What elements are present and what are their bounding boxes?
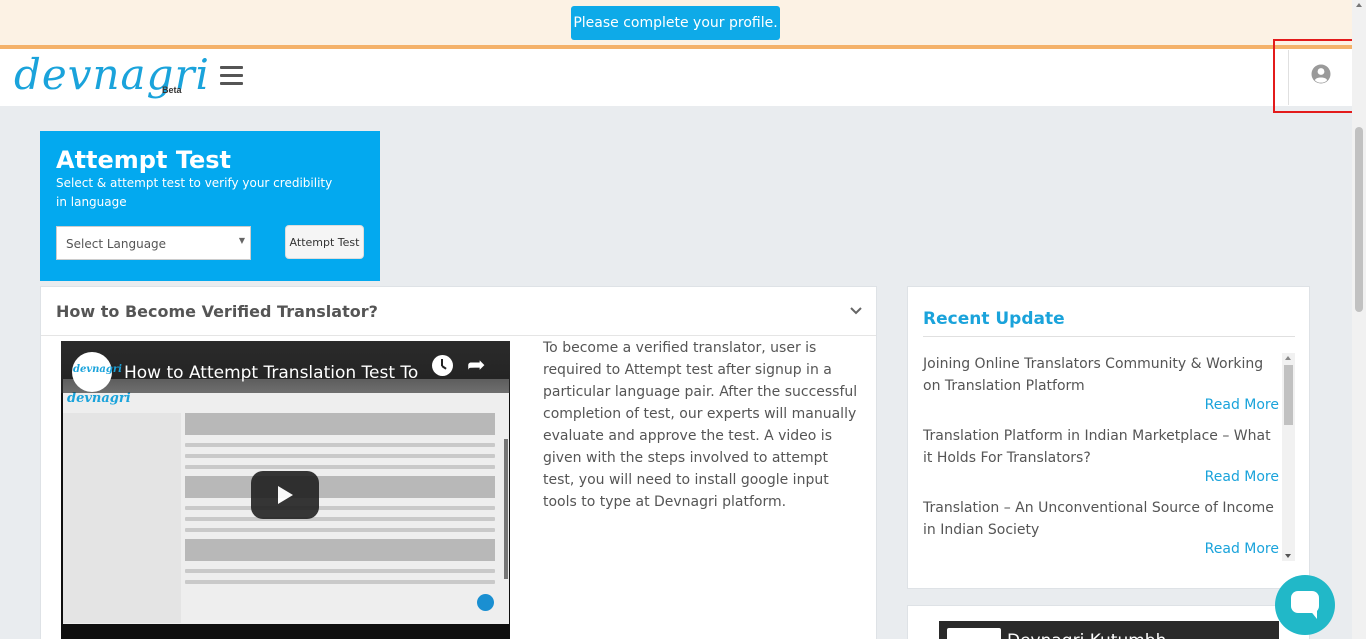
recent-update-divider [923,336,1295,337]
page-scrollbar[interactable] [1352,0,1366,639]
profile-notice-bar: Please complete your profile. [0,0,1352,45]
recent-list-scrollbar-thumb[interactable] [1284,365,1293,425]
recent-update-list: Joining Online Translators Community & W… [923,353,1281,569]
play-button-icon[interactable] [251,471,319,519]
kutumbh-video-title[interactable]: Devnagri Kutumbh [1007,631,1166,639]
read-more-link[interactable]: Read More [1205,541,1279,557]
channel-avatar[interactable]: devnagri [72,352,122,392]
howto-title: How to Become Verified Translator? [56,302,378,321]
chevron-down-icon[interactable] [850,307,862,315]
dropdown-arrow-icon: ▼ [238,236,245,245]
video-page-sidebar [63,413,181,623]
read-more-link[interactable]: Read More [1205,397,1279,413]
beta-badge: Beta [162,85,182,95]
list-item: Translation – An Unconventional Source o… [923,497,1281,569]
howto-description: To become a verified translator, user is… [543,340,858,510]
recent-item-title[interactable]: Joining Online Translators Community & W… [923,353,1281,397]
hamburger-menu-icon[interactable] [220,66,243,86]
video-chat-bubble-icon [477,594,494,611]
recent-update-card: Recent Update Joining Online Translators… [907,286,1310,589]
language-select[interactable]: Select Language ▼ [56,226,251,260]
video-page-text [185,413,495,623]
language-select-placeholder: Select Language [66,237,167,251]
watch-later-clock-icon[interactable] [432,355,453,376]
share-arrow-icon[interactable]: ➦ [467,352,485,378]
video-page-scroll [504,439,508,579]
recent-item-title[interactable]: Translation Platform in Indian Marketpla… [923,425,1281,469]
list-item: Translation Platform in Indian Marketpla… [923,425,1281,497]
channel-avatar-text: devnagri [73,364,122,375]
kutumbh-video[interactable]: Devnagri Kutumbh [939,621,1279,639]
profile-highlight-box [1273,39,1359,113]
scroll-up-arrow-icon[interactable] [1285,356,1291,360]
kutumbh-channel-logo [947,628,1001,639]
top-header: devnagri Beta [0,49,1352,106]
tutorial-video[interactable]: devnagri devnagri How to Attempt Transla… [61,341,510,639]
video-top-bar: devnagri How to Attempt Translation Test… [61,341,510,393]
kutumbh-card: Devnagri Kutumbh [907,605,1310,639]
attempt-test-button[interactable]: Attempt Test [285,225,364,259]
chat-bubble-icon[interactable] [1275,575,1335,635]
video-title[interactable]: How to Attempt Translation Test To [124,363,418,383]
attempt-test-subtitle: Select & attempt test to verify your cre… [56,176,333,209]
complete-profile-button[interactable]: Please complete your profile. [571,6,780,40]
read-more-link[interactable]: Read More [1205,469,1279,485]
recent-list-scrollbar[interactable] [1282,353,1295,561]
page-scrollbar-thumb[interactable] [1355,127,1363,312]
scroll-up-arrow-icon[interactable] [1356,3,1362,7]
recent-update-title: Recent Update [923,309,1065,329]
howto-card: How to Become Verified Translator? devna… [40,286,877,639]
attempt-test-title: Attempt Test [56,146,232,174]
recent-item-title[interactable]: Translation – An Unconventional Source o… [923,497,1281,541]
howto-header[interactable]: How to Become Verified Translator? [41,287,876,336]
video-page-logo: devnagri [67,391,131,406]
list-item: Joining Online Translators Community & W… [923,353,1281,425]
scroll-down-arrow-icon[interactable] [1285,554,1291,558]
attempt-test-card: Attempt Test Select & attempt test to ve… [40,131,380,281]
